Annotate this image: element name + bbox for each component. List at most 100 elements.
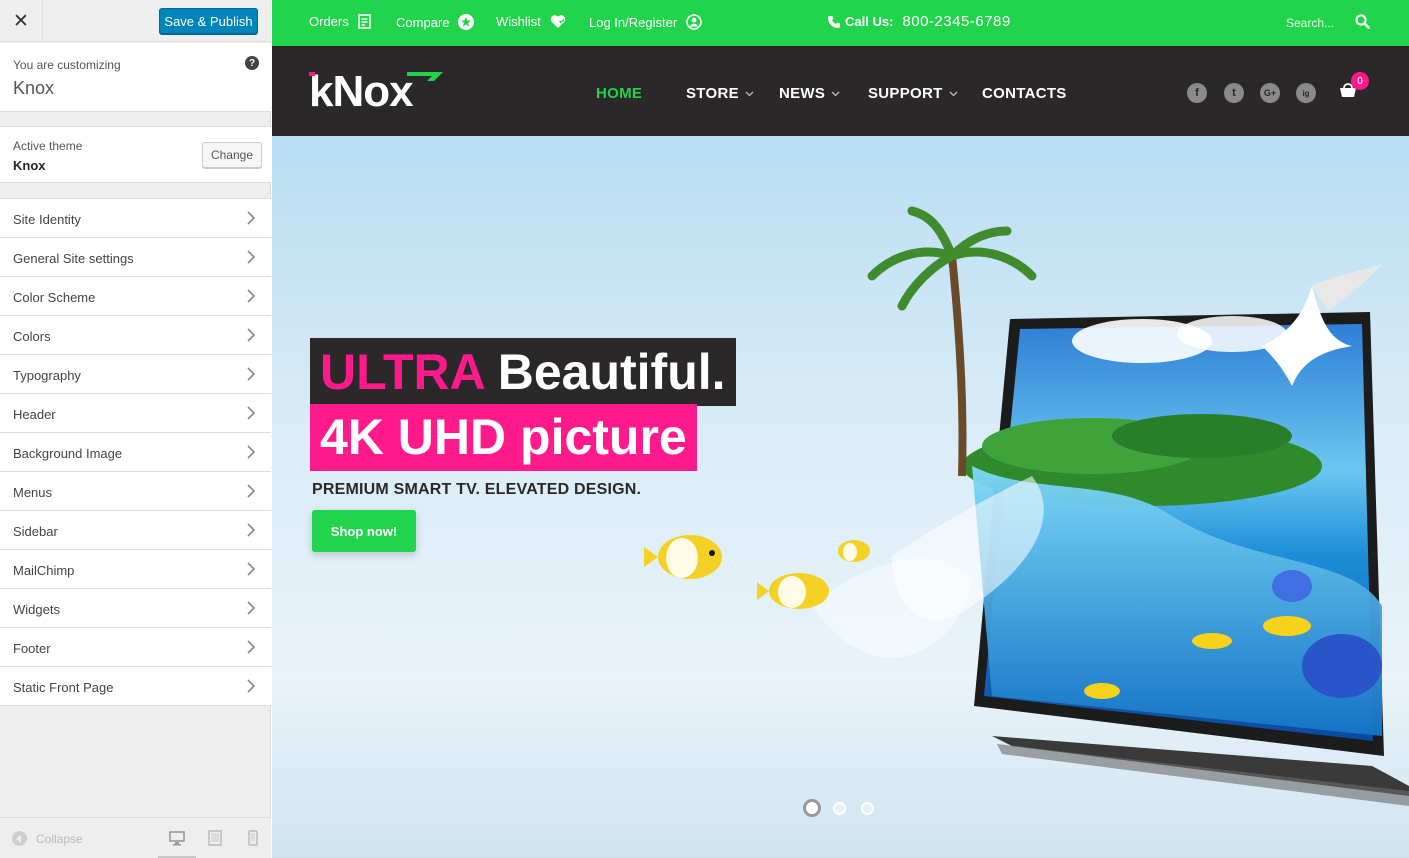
instagram-icon[interactable]: ig <box>1296 83 1316 103</box>
active-theme-label: Active theme <box>13 139 83 153</box>
nav-store-label: STORE <box>686 85 739 102</box>
section-site-identity[interactable]: Site Identity <box>0 199 271 238</box>
customizer-header: ✕ Save & Publish <box>0 0 271 42</box>
customizer-footer: Collapse <box>0 817 271 858</box>
section-color-scheme[interactable]: Color Scheme <box>0 277 271 316</box>
section-label: Footer <box>13 641 51 656</box>
tablet-preview-icon[interactable] <box>207 830 223 846</box>
hero-subtitle: PREMIUM SMART TV. ELEVATED DESIGN. <box>312 481 642 498</box>
search-input[interactable]: Search... <box>1286 16 1334 30</box>
section-label: Typography <box>13 368 81 383</box>
save-publish-button[interactable]: Save & Publish <box>159 8 258 34</box>
section-label: Widgets <box>13 602 60 617</box>
orders-label: Orders <box>309 14 349 29</box>
section-mailchimp[interactable]: MailChimp <box>0 550 271 589</box>
wishlist-link[interactable]: Wishlist <box>496 14 566 29</box>
nav-contacts[interactable]: CONTACTS <box>982 85 1067 102</box>
active-theme-panel: Active theme Knox Change <box>0 126 271 183</box>
section-label: General Site settings <box>13 251 134 266</box>
section-header[interactable]: Header <box>0 394 271 433</box>
chevron-down-icon <box>949 91 958 96</box>
section-label: Background Image <box>13 446 123 461</box>
section-colors[interactable]: Colors <box>0 316 271 355</box>
nav-home-label: HOME <box>596 85 643 102</box>
help-icon[interactable]: ? <box>245 56 259 70</box>
hero-headline-2: 4K UHD picture <box>310 404 697 471</box>
chevron-right-icon <box>247 640 256 654</box>
nav-store[interactable]: STORE <box>686 85 754 102</box>
login-register-link[interactable]: Log In/Register <box>589 14 702 30</box>
section-label: Sidebar <box>13 524 58 539</box>
heart-icon <box>550 15 565 28</box>
section-label: Color Scheme <box>13 290 96 305</box>
slider-dot-2[interactable] <box>833 802 846 815</box>
collapse-label: Collapse <box>36 831 83 846</box>
nav-support-label: SUPPORT <box>868 85 943 102</box>
section-sidebar[interactable]: Sidebar <box>0 511 271 550</box>
compare-link[interactable]: Compare <box>396 14 475 30</box>
chevron-right-icon <box>247 562 256 576</box>
chevron-right-icon <box>247 250 256 264</box>
call-us-label: Call Us: <box>845 14 894 29</box>
site-logo[interactable]: kNox <box>309 68 414 116</box>
chevron-right-icon <box>247 679 256 693</box>
slider-dot-3[interactable] <box>861 802 874 815</box>
change-theme-button[interactable]: Change <box>202 142 262 168</box>
twitter-icon[interactable]: t <box>1224 83 1244 103</box>
section-general-site-settings[interactable]: General Site settings <box>0 238 271 277</box>
chevron-right-icon <box>247 445 256 459</box>
phone-number: 800-2345-6789 <box>902 13 1011 30</box>
hero-headline-accent: ULTRA <box>320 344 484 400</box>
chevron-right-icon <box>247 367 256 381</box>
customizing-label: You are customizing <box>13 58 121 72</box>
nav-home[interactable]: HOME <box>596 85 642 102</box>
section-label: MailChimp <box>13 563 75 578</box>
call-us[interactable]: Call Us: 800-2345-6789 <box>827 13 1011 30</box>
chevron-right-icon <box>247 211 256 225</box>
chevron-right-icon <box>247 601 256 615</box>
chevron-right-icon <box>247 328 256 342</box>
section-menus[interactable]: Menus <box>0 472 271 511</box>
section-label: Site Identity <box>13 212 81 227</box>
section-typography[interactable]: Typography <box>0 355 271 394</box>
nav-news[interactable]: NEWS <box>779 85 840 102</box>
hero-slider: ULTRA Beautiful. 4K UHD picture PREMIUM … <box>272 136 1409 858</box>
slider-dot-1[interactable] <box>803 799 821 817</box>
customizing-info: You are customizing Knox ? <box>0 43 271 112</box>
collapse-button[interactable]: Collapse <box>12 831 83 846</box>
section-widgets[interactable]: Widgets <box>0 589 271 628</box>
nav-support[interactable]: SUPPORT <box>868 85 958 102</box>
customizer-sidebar: ✕ Save & Publish You are customizing Kno… <box>0 0 271 858</box>
orders-link[interactable]: Orders <box>309 14 371 29</box>
section-background-image[interactable]: Background Image <box>0 433 271 472</box>
section-label: Static Front Page <box>13 680 114 695</box>
nav-contacts-label: CONTACTS <box>982 85 1067 102</box>
hero-headline-rest: Beautiful. <box>483 344 726 400</box>
section-footer[interactable]: Footer <box>0 628 271 667</box>
close-icon: ✕ <box>13 10 29 32</box>
active-theme-name: Knox <box>13 158 46 173</box>
nav-news-label: NEWS <box>779 85 826 102</box>
google-plus-icon[interactable]: G+ <box>1260 83 1280 103</box>
section-label: Colors <box>13 329 51 344</box>
compare-label: Compare <box>396 14 450 30</box>
close-customizer-button[interactable]: ✕ <box>0 0 43 42</box>
mobile-preview-icon[interactable] <box>245 830 261 846</box>
customizer-sections: Site Identity General Site settings Color … <box>0 198 271 706</box>
chevron-down-icon <box>745 91 754 96</box>
shop-now-button[interactable]: Shop now! <box>312 510 416 552</box>
section-static-front-page[interactable]: Static Front Page <box>0 667 271 706</box>
cart-count-badge: 0 <box>1351 72 1369 90</box>
customizing-site-name: Knox <box>13 78 55 98</box>
search-icon[interactable] <box>1355 14 1370 29</box>
chevron-right-icon <box>247 406 256 420</box>
phone-icon <box>828 15 840 28</box>
wishlist-label: Wishlist <box>496 14 541 29</box>
facebook-icon[interactable]: f <box>1187 83 1207 103</box>
top-bar: Orders Compare Wishlist Log In/Register <box>272 0 1409 46</box>
login-label: Log In/Register <box>589 14 678 30</box>
desktop-preview-icon[interactable] <box>169 830 185 846</box>
collapse-icon <box>12 831 27 846</box>
chevron-right-icon <box>247 289 256 303</box>
section-label: Header <box>13 407 56 422</box>
